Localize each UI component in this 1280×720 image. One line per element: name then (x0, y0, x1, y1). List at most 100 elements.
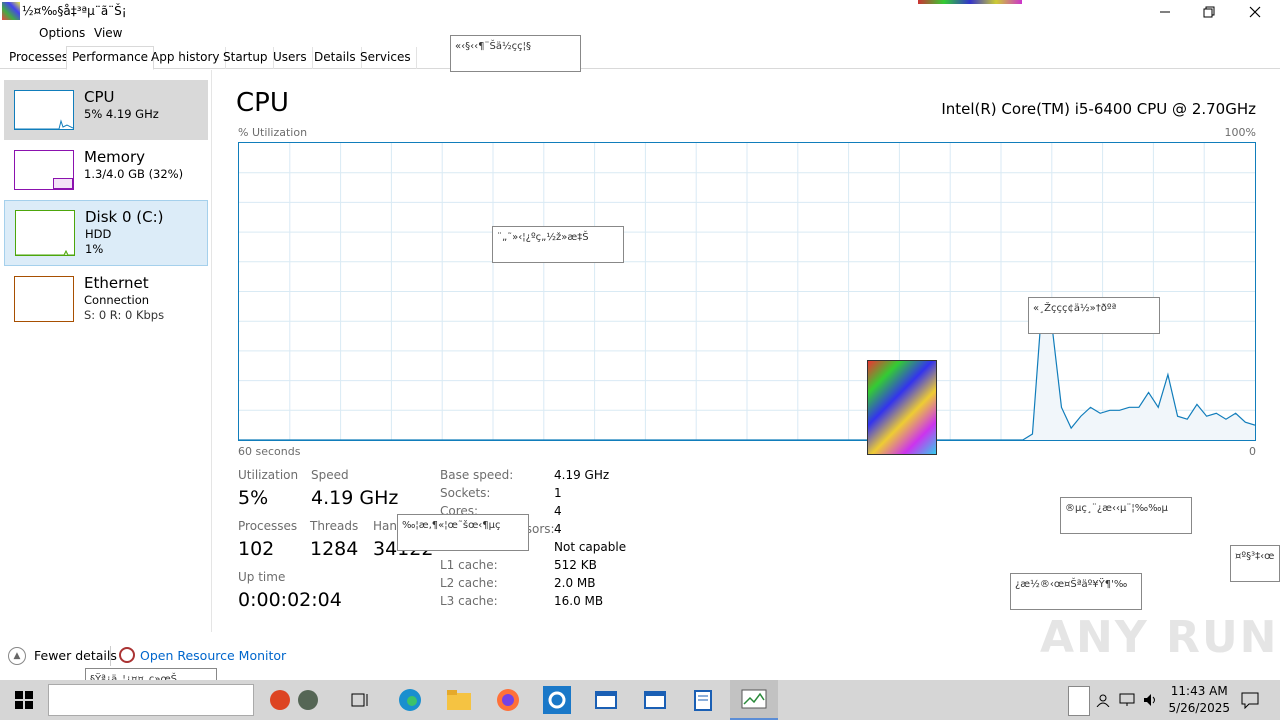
maximize-icon (1203, 6, 1215, 18)
sidebar-item-disk[interactable]: Disk 0 (C:) HDD 1% (4, 200, 208, 266)
menu-view[interactable]: View (94, 26, 122, 40)
page-title: CPU (236, 88, 289, 118)
cpu-model-name: Intel(R) Core(TM) i5-6400 CPU @ 2.70GHz (941, 100, 1256, 118)
volume-icon[interactable] (1140, 686, 1162, 714)
tab-performance[interactable]: Performance (66, 46, 155, 70)
cpu-thumbnail (14, 90, 74, 130)
task-view-icon[interactable] (346, 686, 374, 714)
cpu-utilization-graph (238, 142, 1256, 441)
disk-thumbnail (15, 210, 75, 256)
firefox-icon[interactable] (494, 686, 522, 714)
task-manager-window: ½¤‰§å‡³ªµ¨ã¨Š¡ Options View Processes Pe… (0, 0, 1280, 720)
tab-processes[interactable]: Processes (4, 47, 75, 69)
utilization-axis-label: % Utilization (238, 126, 308, 139)
system-clock[interactable]: 11:43 AM 5/26/2025 (1168, 683, 1230, 717)
task-manager-taskbar-button[interactable] (730, 680, 778, 720)
search-box[interactable] (48, 684, 254, 716)
divider (110, 646, 111, 666)
sidebar-ethernet-speed: S: 0 R: 0 Kbps (84, 308, 165, 322)
detail-value: 16.0 MB (554, 594, 604, 608)
title-bar: ½¤‰§å‡³ªµ¨ã¨Š¡ (0, 0, 1280, 24)
detail-value: 2.0 MB (554, 576, 596, 590)
window-title: ½¤‰§å‡³ªµ¨ã¨Š¡ (22, 4, 127, 18)
tab-services[interactable]: Services (355, 47, 417, 69)
sidebar-item-memory[interactable]: Memory 1.3/4.0 GB (32%) (4, 140, 208, 200)
chevron-up-icon[interactable]: ▲ (8, 647, 26, 665)
clock-time: 11:43 AM (1170, 684, 1228, 698)
settings-gear-icon[interactable] (543, 686, 571, 714)
sidebar-item-ethernet[interactable]: Ethernet Connection S: 0 R: 0 Kbps (4, 268, 208, 332)
notepad-icon[interactable] (690, 686, 718, 714)
max-axis-label: 100% (1224, 126, 1256, 139)
watermark-logo: ANY RUN (1040, 612, 1279, 663)
detail-value: 1 (554, 486, 562, 500)
sidebar-ethernet-status: Connection (84, 293, 150, 307)
sidebar-item-cpu[interactable]: CPU 5% 4.19 GHz (4, 80, 208, 140)
sidebar-memory-value: 1.3/4.0 GB (32%) (84, 167, 184, 181)
windows-logo-icon (15, 691, 33, 709)
detail-key: L3 cache: (440, 594, 498, 608)
tab-details[interactable]: Details (309, 47, 362, 69)
sidebar-disk-usage: 1% (85, 242, 104, 256)
detail-key: L2 cache: (440, 576, 498, 590)
speed-value: 4.19 GHz (311, 487, 399, 509)
processes-label: Processes (238, 519, 298, 533)
sidebar-disk-title: Disk 0 (C:) (85, 208, 164, 226)
tab-bar: Processes Performance App history Startu… (0, 44, 1280, 70)
open-resource-monitor-link[interactable]: Open Resource Monitor (140, 648, 286, 663)
maximize-button[interactable] (1186, 0, 1232, 24)
cpu-thumbnail-graph (15, 119, 74, 130)
threads-label: Threads (310, 519, 359, 533)
sidebar-cpu-title: CPU (84, 88, 115, 106)
detail-value: 512 KB (554, 558, 597, 572)
tab-users[interactable]: Users (268, 47, 313, 69)
garbled-popup: «¸Žççç¢ä½»†ðºª (1028, 297, 1160, 334)
edge-browser-icon[interactable] (396, 686, 424, 714)
glitch-artifact (1068, 686, 1090, 716)
uptime-value: 0:00:02:04 (238, 589, 342, 611)
detail-key: Sockets: (440, 486, 491, 500)
detail-value: 4 (554, 522, 562, 536)
minimize-button[interactable] (1142, 0, 1188, 24)
taskbar: 11:43 AM 5/26/2025 (0, 680, 1280, 720)
resource-monitor-icon (119, 647, 135, 663)
performance-sidebar: CPU 5% 4.19 GHz Memory 1.3/4.0 GB (32%) … (0, 70, 212, 632)
utilization-label: Utilization (238, 468, 299, 482)
tab-app-history[interactable]: App history (146, 47, 226, 69)
detail-key: L1 cache: (440, 558, 498, 572)
cpu-graph-svg (239, 143, 1256, 441)
file-explorer-icon[interactable] (445, 686, 473, 714)
threads-value: 1284 (310, 538, 359, 560)
glitch-artifact (918, 0, 1022, 4)
menu-bar: Options View (0, 24, 1280, 44)
disk-thumbnail-graph (16, 249, 74, 256)
detail-value: Not capable (554, 540, 627, 554)
tab-startup[interactable]: Startup (218, 47, 274, 69)
task-manager-app-icon (2, 2, 20, 20)
garbled-popup: ¿æ½®‹œ¤Šªäº¥Ÿ¶'‰ (1010, 573, 1142, 610)
garbled-popup: ¤º§³‡‹œ (1230, 545, 1280, 582)
minimize-icon (1160, 11, 1170, 13)
garbled-popup: ‰¦æ‚¶«¦œ˜šœ‹¶µç (397, 514, 529, 551)
speed-label: Speed (311, 468, 349, 482)
app-window-icon[interactable] (592, 686, 620, 714)
detail-value: 4 (554, 504, 562, 518)
ethernet-thumbnail (14, 276, 74, 322)
notification-center-icon[interactable] (1236, 686, 1264, 714)
detail-key: Base speed: (440, 468, 514, 482)
task-manager-icon (741, 689, 767, 709)
garbled-popup: «‹§‹‹¶¨Šä½çç¦§ (450, 35, 581, 72)
network-icon[interactable] (1116, 686, 1138, 714)
people-icon[interactable] (1092, 686, 1114, 714)
fewer-details-button[interactable]: Fewer details (34, 648, 117, 663)
menu-options[interactable]: Options (39, 26, 85, 40)
time-axis-label: 60 seconds (238, 445, 301, 458)
uptime-label: Up time (238, 570, 286, 584)
windows-start-icon[interactable] (10, 686, 38, 714)
close-button[interactable] (1232, 0, 1278, 24)
detail-value: 4.19 GHz (554, 468, 610, 482)
app-window-icon[interactable] (641, 686, 669, 714)
memory-thumbnail (14, 150, 74, 190)
garbled-popup: ¨„˜»‹¦¿ºç„½ž»æ‡Š (492, 226, 624, 263)
sidebar-ethernet-title: Ethernet (84, 274, 149, 292)
